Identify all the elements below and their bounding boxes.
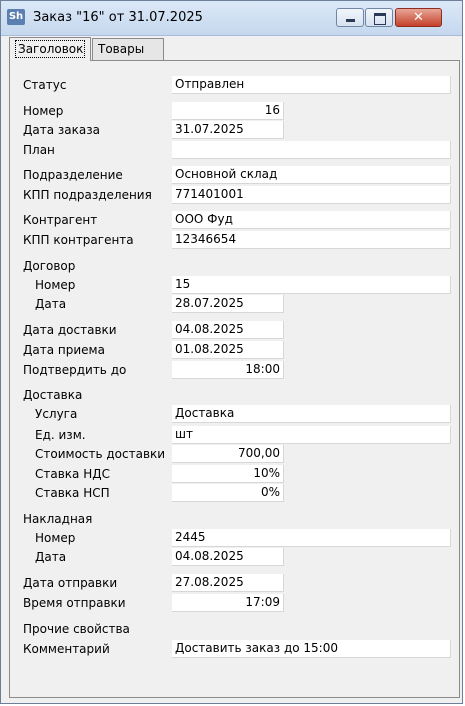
ship-time-label: Время отправки bbox=[23, 596, 126, 610]
counterparty-field[interactable]: ООО Фуд bbox=[172, 211, 451, 229]
plan-field[interactable] bbox=[172, 141, 451, 159]
plan-label: План bbox=[23, 143, 55, 157]
confirm-until-label: Подтвердить до bbox=[23, 363, 127, 377]
invoice-number-label: Номер bbox=[35, 531, 76, 545]
contract-number-label: Номер bbox=[35, 278, 76, 292]
delivery-cost-field[interactable]: 700,00 bbox=[172, 445, 284, 463]
maximize-icon bbox=[374, 13, 386, 25]
confirm-until-field[interactable]: 18:00 bbox=[172, 361, 284, 379]
minimize-button[interactable] bbox=[336, 8, 364, 27]
invoice-section-label: Накладная bbox=[23, 512, 93, 526]
division-kpp-field[interactable]: 771401001 bbox=[172, 186, 451, 204]
tab-header[interactable]: Заголовок bbox=[9, 37, 91, 61]
tab-header-label: Заголовок bbox=[15, 40, 85, 58]
nsp-rate-field[interactable]: 0% bbox=[172, 484, 284, 502]
accept-date-field[interactable]: 01.08.2025 bbox=[172, 341, 284, 359]
app-icon: Sh bbox=[7, 9, 25, 25]
comment-label: Комментарий bbox=[23, 642, 110, 656]
accept-date-label: Дата приема bbox=[23, 343, 105, 357]
vat-rate-label: Ставка НДС bbox=[35, 467, 110, 481]
minimize-icon bbox=[346, 19, 355, 22]
division-field[interactable]: Основной склад bbox=[172, 166, 451, 184]
service-field[interactable]: Доставка bbox=[172, 405, 451, 423]
invoice-date-label: Дата bbox=[35, 550, 67, 564]
close-button[interactable]: ✕ bbox=[395, 8, 442, 27]
invoice-date-field[interactable]: 04.08.2025 bbox=[172, 548, 284, 566]
delivery-section-label: Доставка bbox=[23, 388, 83, 402]
window-title: Заказ "16" от 31.07.2025 bbox=[33, 10, 203, 25]
maximize-button[interactable] bbox=[365, 8, 393, 27]
delivery-date-label: Дата доставки bbox=[23, 323, 117, 337]
delivery-date-field[interactable]: 04.08.2025 bbox=[172, 321, 284, 339]
tab-goods-label: Товары bbox=[98, 42, 145, 56]
contract-number-field[interactable]: 15 bbox=[172, 276, 451, 294]
invoice-number-field[interactable]: 2445 bbox=[172, 529, 451, 547]
status-field[interactable]: Отправлен bbox=[172, 76, 451, 94]
counterparty-kpp-label: КПП контрагента bbox=[23, 233, 134, 247]
close-icon: ✕ bbox=[413, 10, 424, 25]
ship-time-field[interactable]: 17:09 bbox=[172, 594, 284, 612]
number-field[interactable]: 16 bbox=[172, 102, 284, 120]
unit-label: Ед. изм. bbox=[35, 428, 86, 442]
service-label: Услуга bbox=[35, 407, 78, 421]
delivery-cost-label: Стоимость доставки bbox=[35, 447, 166, 461]
ship-date-field[interactable]: 27.08.2025 bbox=[172, 574, 284, 592]
contract-date-field[interactable]: 28.07.2025 bbox=[172, 295, 284, 313]
counterparty-label: Контрагент bbox=[23, 213, 98, 227]
comment-field[interactable]: Доставить заказ до 15:00 bbox=[172, 640, 451, 658]
order-date-label: Дата заказа bbox=[23, 123, 100, 137]
tab-goods[interactable]: Товары bbox=[92, 38, 164, 60]
number-label: Номер bbox=[23, 104, 64, 118]
order-date-field[interactable]: 31.07.2025 bbox=[172, 121, 284, 139]
order-window: Sh Заказ "16" от 31.07.2025 ✕ Заголовок … bbox=[0, 0, 463, 704]
vat-rate-field[interactable]: 10% bbox=[172, 465, 284, 483]
other-section-label: Прочие свойства bbox=[23, 622, 130, 636]
title-bar[interactable]: Sh Заказ "16" от 31.07.2025 ✕ bbox=[1, 1, 462, 36]
nsp-rate-label: Ставка НСП bbox=[35, 486, 110, 500]
status-label: Статус bbox=[23, 78, 67, 92]
division-label: Подразделение bbox=[23, 168, 123, 182]
contract-date-label: Дата bbox=[35, 297, 67, 311]
counterparty-kpp-field[interactable]: 12346654 bbox=[172, 231, 451, 249]
division-kpp-label: КПП подразделения bbox=[23, 188, 152, 202]
contract-section-label: Договор bbox=[23, 259, 76, 273]
ship-date-label: Дата отправки bbox=[23, 576, 118, 590]
unit-field[interactable]: шт bbox=[172, 426, 451, 444]
